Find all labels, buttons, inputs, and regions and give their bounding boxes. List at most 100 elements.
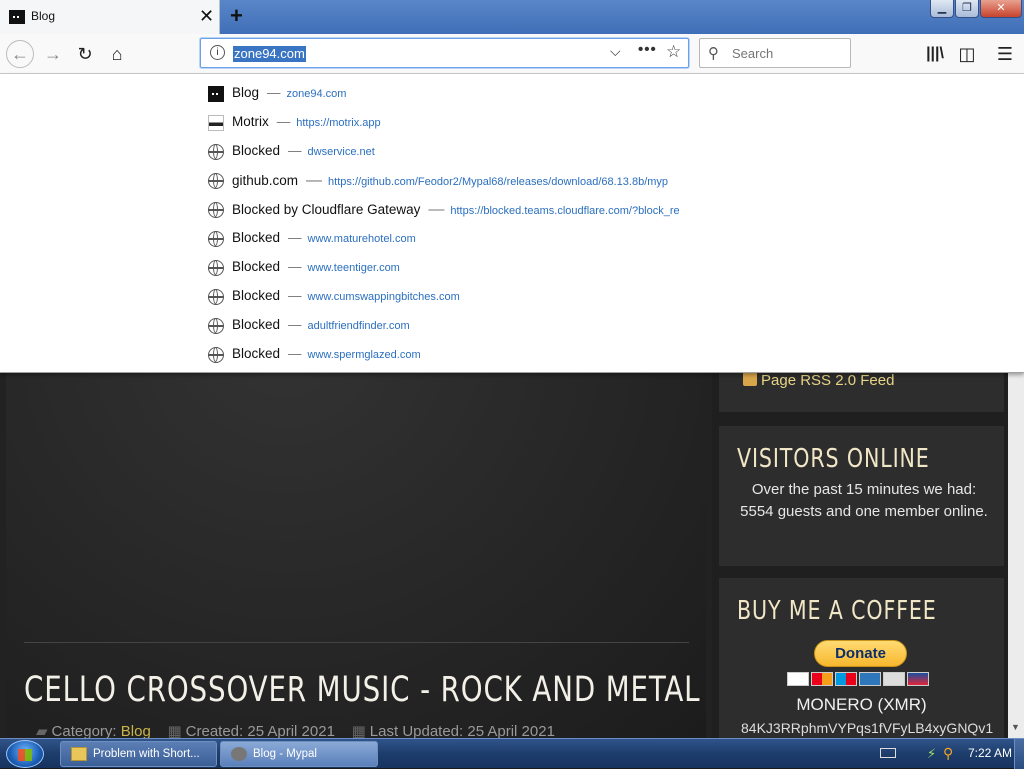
url-text[interactable]: zone94.com <box>233 46 306 62</box>
new-tab-button[interactable]: + <box>230 4 243 28</box>
visitors-text: Over the past 15 minutes we had: 5554 gu… <box>740 481 988 520</box>
close-tab-icon[interactable]: ✕ <box>199 6 214 26</box>
visitors-widget: VISITORS ONLINE Over the past 15 minutes… <box>719 426 1004 566</box>
globe-icon <box>208 231 224 247</box>
minimize-button[interactable]: ▁ <box>930 0 954 18</box>
taskbar-item[interactable]: Problem with Short... <box>60 741 217 767</box>
suggestion-title: Blocked — www.teentiger.com <box>232 259 400 274</box>
scroll-down-arrow-icon[interactable]: ▼ <box>1011 722 1020 732</box>
globe-icon <box>208 318 224 334</box>
magnifier-icon[interactable]: ⚲ <box>943 745 953 762</box>
suggestion-row[interactable]: Blocked by Cloudflare Gateway — https://bl… <box>208 196 908 225</box>
taskbar-item-label: Problem with Short... <box>93 748 200 760</box>
hamburger-menu-icon[interactable]: ☰ <box>993 42 1017 66</box>
suggestion-title: Motrix — https://motrix.app <box>232 114 381 129</box>
donate-button[interactable]: Donate <box>814 640 907 667</box>
suggestion-title: Blocked — www.spermglazed.com <box>232 346 421 361</box>
globe-icon <box>208 202 224 218</box>
discover-icon <box>883 672 905 686</box>
suggestion-url: www.spermglazed.com <box>307 349 421 361</box>
maestro-icon <box>835 672 857 686</box>
visa-card-icon <box>787 672 809 686</box>
monero-address: 84KJ3RRphmVYPqs1fVFyLB4xyGNQv1 <box>741 720 994 736</box>
suggestion-title: Blocked — www.maturehotel.com <box>232 230 416 245</box>
amex-icon <box>859 672 881 686</box>
library-icon[interactable]: |||\ <box>923 42 947 66</box>
unionpay-icon <box>907 672 929 686</box>
mastercard-icon <box>811 672 833 686</box>
search-input[interactable] <box>730 39 845 67</box>
url-bar[interactable]: i zone94.com ⌵ ••• ☆ <box>200 38 689 68</box>
coffee-widget: BUY ME A COFFEE Donate MONERO (XMR) 84KJ… <box>719 578 1004 742</box>
taskbar-item-active[interactable]: Blog - Mypal <box>220 741 378 767</box>
suggestion-url: https://blocked.teams.cloudflare.com/?bl… <box>450 205 680 217</box>
forward-arrow-icon[interactable]: → <box>41 42 65 66</box>
taskbar-item-label: Blog - Mypal <box>253 748 317 760</box>
folder-icon <box>71 747 87 761</box>
suggestion-url: https://github.com/Feodor2/Mypal68/relea… <box>328 176 669 188</box>
suggestion-row[interactable]: Blog — zone94.com <box>208 80 908 109</box>
search-bar[interactable]: ⚲ <box>699 38 851 68</box>
bookmark-star-icon[interactable]: ☆ <box>666 42 681 62</box>
suggestion-row[interactable]: Blocked — adultfriendfinder.com <box>208 312 908 341</box>
close-window-button[interactable]: ✕ <box>980 0 1022 18</box>
globe-icon <box>208 260 224 276</box>
suggestion-row[interactable]: Blocked — www.maturehotel.com <box>208 225 908 254</box>
rss-icon <box>743 372 757 386</box>
suggestion-row[interactable]: Blocked — www.spermglazed.com <box>208 341 908 370</box>
chevron-down-icon[interactable]: ⌵ <box>610 43 621 60</box>
suggestion-title: github.com — https://github.com/Feodor2/My… <box>232 172 669 189</box>
globe-icon <box>208 173 224 189</box>
tab-blog[interactable]: Blog ✕ <box>0 0 220 34</box>
motrix-favicon-icon <box>208 115 224 131</box>
tab-bar: Blog ✕ + ▁ ❐ ✕ <box>0 0 1024 34</box>
maximize-button[interactable]: ❐ <box>955 0 979 18</box>
globe-icon <box>208 144 224 160</box>
suggestion-url: zone94.com <box>286 88 347 100</box>
url-autocomplete-popup: Blog — zone94.com Motrix — https://motrix.ap… <box>0 74 1024 373</box>
suggestion-title: Blog — zone94.com <box>232 85 347 100</box>
suggestion-url: https://motrix.app <box>296 117 381 129</box>
info-icon[interactable]: i <box>210 45 225 60</box>
start-button[interactable] <box>6 740 44 768</box>
back-arrow-icon[interactable]: ← <box>6 40 34 68</box>
sidebar-toggle-icon[interactable]: ◫ <box>955 42 979 66</box>
suggestion-title: Blocked — www.cumswappingbitches.com <box>232 288 460 303</box>
home-icon[interactable]: ⌂ <box>105 42 129 66</box>
system-clock[interactable]: 7:22 AM <box>968 746 1012 760</box>
mypal-icon <box>231 747 247 761</box>
suggestion-row[interactable]: Blocked — www.cumswappingbitches.com <box>208 283 908 312</box>
taskbar: Problem with Short... Blog - Mypal ⚡ ⚲ 7… <box>0 738 1024 769</box>
payment-cards <box>787 672 931 688</box>
show-desktop-button[interactable] <box>1014 739 1024 769</box>
article-title[interactable]: CELLO CROSSOVER MUSIC - ROCK AND METAL <box>24 670 700 710</box>
suggestion-row[interactable]: Blocked — dwservice.net <box>208 138 908 167</box>
suggestion-url: www.teentiger.com <box>307 262 400 274</box>
widget-title: BUY ME A COFFEE <box>737 596 937 626</box>
network-icon[interactable]: ⚡ <box>927 746 936 762</box>
tab-title: Blog <box>31 9 56 23</box>
divider <box>24 642 689 643</box>
rss-link[interactable]: Page RSS 2.0 Feed <box>743 372 894 389</box>
blog-favicon-icon <box>208 86 224 102</box>
suggestion-url: adultfriendfinder.com <box>307 320 410 332</box>
globe-icon <box>208 289 224 305</box>
widget-title: VISITORS ONLINE <box>737 444 930 474</box>
suggestion-url: www.cumswappingbitches.com <box>307 291 460 303</box>
suggestion-url: dwservice.net <box>307 146 375 158</box>
suggestion-row[interactable]: Blocked — www.teentiger.com <box>208 254 908 283</box>
rss-label: Page RSS 2.0 Feed <box>761 372 895 389</box>
suggestion-title: Blocked — dwservice.net <box>232 143 375 158</box>
navigation-toolbar: ← → ↻ ⌂ i zone94.com ⌵ ••• ☆ ⚲ |||\ ◫ ☰ <box>0 34 1024 74</box>
suggestion-row[interactable]: github.com — https://github.com/Feodor2/My… <box>208 167 908 196</box>
reload-icon[interactable]: ↻ <box>73 42 97 66</box>
monero-label: MONERO (XMR) <box>796 695 927 714</box>
blog-favicon-icon <box>9 10 25 24</box>
suggestion-title: Blocked by Cloudflare Gateway — https://bl… <box>232 201 680 218</box>
search-icon: ⚲ <box>708 45 719 62</box>
page-actions-icon[interactable]: ••• <box>638 41 657 58</box>
suggestion-title: Blocked — adultfriendfinder.com <box>232 317 410 332</box>
globe-icon <box>208 347 224 363</box>
suggestion-row[interactable]: Motrix — https://motrix.app <box>208 109 908 138</box>
keyboard-icon[interactable] <box>880 748 896 758</box>
